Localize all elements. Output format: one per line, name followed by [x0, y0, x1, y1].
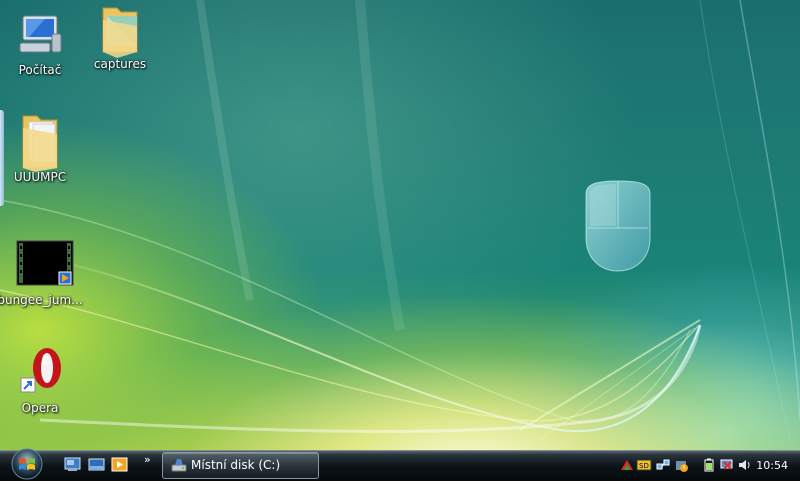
quick-launch-show-desktop[interactable]: [64, 457, 81, 472]
start-button[interactable]: [4, 446, 50, 480]
clock[interactable]: 10:54: [756, 459, 788, 472]
desktop-icon-label: Opera: [21, 401, 59, 415]
desktop-icon-uuumpc[interactable]: UUUMPC: [0, 112, 88, 184]
switch-windows-icon: [88, 458, 105, 471]
computer-icon: [15, 8, 65, 58]
quick-launch-overflow[interactable]: »: [144, 453, 151, 466]
show-desktop-icon: [64, 457, 81, 471]
volume-icon[interactable]: [738, 458, 752, 472]
desktop-icon-bungee-video[interactable]: bungee_jum...: [0, 238, 88, 307]
desktop-icon-label: captures: [93, 57, 147, 71]
network-icon[interactable]: [656, 458, 670, 472]
battery-icon[interactable]: [704, 458, 714, 472]
arrow-app-icon[interactable]: [620, 458, 634, 472]
media-player-icon: [111, 457, 128, 472]
windows-orb-icon: [11, 448, 43, 480]
desktop-icon-label: bungee_jum...: [0, 293, 83, 307]
system-tray: SD 10:54: [616, 452, 800, 480]
drive-icon: [171, 459, 187, 472]
opera-icon: [15, 346, 65, 396]
desktop-icon-label: UUUMPC: [13, 170, 67, 184]
desktop-icon-captures[interactable]: captures: [72, 2, 168, 71]
mouse-icon: [584, 180, 652, 272]
quick-launch-media-player[interactable]: [111, 457, 128, 472]
taskbar-window-label: Místní disk (C:): [191, 458, 281, 472]
svg-text:SD: SD: [639, 462, 649, 470]
quick-launch-switch-windows[interactable]: [88, 457, 105, 472]
sd-card-icon[interactable]: SD: [636, 458, 652, 472]
security-alert-icon[interactable]: [674, 458, 688, 472]
folder-icon: [95, 2, 145, 58]
network-disconnected-icon[interactable]: [720, 458, 734, 472]
desktop-icon-opera[interactable]: Opera: [0, 346, 88, 415]
video-file-icon: [15, 238, 74, 288]
folder-icon: [15, 112, 65, 172]
taskbar-window-button[interactable]: Místní disk (C:): [162, 452, 319, 479]
desktop-background[interactable]: Počítač captures UUUMPC bungee_jum... Op…: [0, 0, 800, 450]
